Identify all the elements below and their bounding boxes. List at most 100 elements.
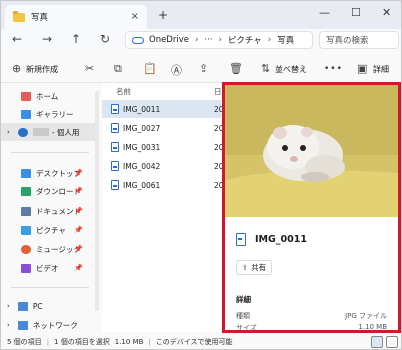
sidebar-divider bbox=[11, 152, 89, 153]
column-header-date[interactable]: 日 bbox=[214, 86, 222, 97]
details-section-title: 詳細 bbox=[236, 295, 251, 304]
refresh-button[interactable]: ↻ bbox=[100, 32, 110, 46]
sidebar-item-desktop[interactable]: デスクトップ 📌 bbox=[1, 164, 95, 182]
breadcrumb-separator: › bbox=[194, 35, 199, 45]
title-bar: 写真 × + — ☐ ✕ bbox=[1, 1, 401, 29]
details-pane: IMG_0011 ⇪ 共有 詳細 種類 JPG ファイル サイズ 1.10 MB bbox=[222, 82, 401, 333]
pin-icon: 📌 bbox=[74, 207, 83, 215]
sidebar-item-onedrive[interactable]: › - 個人用 bbox=[1, 123, 95, 141]
folder-icon bbox=[13, 10, 25, 22]
pc-icon bbox=[17, 301, 28, 311]
share-label: 共有 bbox=[251, 263, 267, 272]
details-file-name: IMG_0011 bbox=[255, 234, 307, 245]
file-name: IMG_0042 bbox=[123, 161, 161, 171]
sidebar-item-pictures[interactable]: ピクチャ 📌 bbox=[1, 221, 95, 239]
sidebar-item-downloads[interactable]: ダウンロード 📌 bbox=[1, 182, 95, 200]
details-size-label: サイズ bbox=[236, 324, 257, 332]
expand-chevron-icon[interactable]: › bbox=[7, 321, 10, 329]
breadcrumb-photos[interactable]: 写真 bbox=[277, 34, 294, 46]
expand-chevron-icon[interactable]: › bbox=[7, 302, 10, 310]
details-view-button[interactable] bbox=[371, 336, 383, 348]
file-row[interactable]: IMG_0042 20 bbox=[102, 157, 224, 175]
sidebar-item-home[interactable]: ホーム bbox=[1, 87, 95, 105]
sidebar-item-gallery[interactable]: ギャラリー bbox=[1, 105, 95, 123]
explorer-window: 写真 × + — ☐ ✕ ← → ↑ ↻ OneDrive › ··· › ピク… bbox=[0, 0, 402, 350]
more-options-button[interactable]: ••• bbox=[324, 64, 343, 74]
sidebar-item-videos[interactable]: ビデオ 📌 bbox=[1, 259, 95, 277]
sidebar-item-documents[interactable]: ドキュメント 📌 bbox=[1, 202, 95, 220]
details-pane-icon: ▣ bbox=[357, 62, 368, 75]
file-row[interactable]: IMG_0011 20 bbox=[102, 100, 224, 118]
sidebar-item-label: PC bbox=[32, 301, 43, 311]
search-input[interactable]: 写真の検索 bbox=[319, 31, 399, 49]
sidebar-item-music[interactable]: ミュージック 📌 bbox=[1, 240, 95, 258]
breadcrumb-onedrive[interactable]: OneDrive bbox=[149, 35, 189, 45]
column-header-name[interactable]: 名前 bbox=[116, 86, 131, 97]
sidebar-item-label: ネットワーク bbox=[32, 320, 78, 330]
cut-icon[interactable]: ✂ bbox=[85, 62, 94, 75]
status-bar: 5 個の項目 | 1 個の項目を選択 1.10 MB | このデバイスで使用可能 bbox=[1, 334, 401, 350]
copy-icon[interactable]: ⧉ bbox=[114, 62, 122, 76]
status-divider: | bbox=[148, 338, 151, 346]
details-row-type: 種類 JPG ファイル bbox=[236, 311, 387, 321]
navigation-pane: ホーム ギャラリー › - 個人用 デスクトップ 📌 ダウンロード 📌 ドキュメ… bbox=[1, 83, 95, 332]
download-icon bbox=[21, 186, 31, 196]
pin-icon: 📌 bbox=[74, 264, 83, 272]
image-file-icon bbox=[111, 142, 119, 152]
breadcrumb-pictures[interactable]: ピクチャ bbox=[228, 34, 262, 46]
network-icon bbox=[17, 320, 28, 330]
photo-preview bbox=[225, 85, 398, 217]
paste-icon[interactable]: 📋 bbox=[143, 62, 157, 75]
sidebar-item-label: ホーム bbox=[36, 91, 59, 101]
file-list: 名前 日 IMG_0011 20 IMG_0027 20 IMG_0031 20… bbox=[102, 83, 224, 332]
sidebar-item-label: - 個人用 bbox=[51, 127, 80, 137]
music-icon bbox=[21, 244, 31, 254]
document-icon bbox=[21, 206, 31, 216]
tab-photos[interactable]: 写真 × bbox=[5, 5, 147, 29]
sidebar-item-label: ビデオ bbox=[36, 263, 59, 273]
tab-close-button[interactable]: × bbox=[131, 11, 139, 22]
home-icon bbox=[21, 91, 31, 101]
window-close-button[interactable]: ✕ bbox=[382, 6, 391, 19]
file-row[interactable]: IMG_0027 20 bbox=[102, 119, 224, 137]
address-bar[interactable]: OneDrive › ··· › ピクチャ › 写真 bbox=[125, 31, 313, 49]
share-icon[interactable]: ⇪ bbox=[199, 62, 208, 75]
delete-icon[interactable]: 🗑 bbox=[229, 62, 243, 75]
details-button[interactable]: 詳細 bbox=[373, 64, 389, 75]
file-name: IMG_0011 bbox=[123, 104, 161, 114]
share-button[interactable]: ⇪ 共有 bbox=[236, 260, 272, 275]
sidebar-scrollbar[interactable] bbox=[95, 91, 99, 311]
minimize-button[interactable]: — bbox=[319, 6, 330, 19]
expand-chevron-icon[interactable]: › bbox=[7, 128, 10, 136]
sidebar-item-network[interactable]: › ネットワーク bbox=[1, 316, 95, 334]
image-file-icon bbox=[111, 104, 119, 114]
status-selected: 1 個の項目を選択 bbox=[54, 338, 110, 346]
command-bar: ⊕ 新規作成 ✂ ⧉ 📋 Ⓐ ⇪ 🗑 ⇅ 並べ替え ••• ▣ 詳細 bbox=[1, 55, 401, 83]
breadcrumb-more[interactable]: ··· bbox=[204, 35, 212, 45]
large-icons-view-button[interactable] bbox=[386, 336, 398, 348]
share-icon: ⇪ bbox=[241, 263, 249, 272]
sidebar-item-pc[interactable]: › PC bbox=[1, 297, 95, 315]
image-file-icon bbox=[111, 123, 119, 133]
image-file-icon bbox=[236, 233, 246, 246]
pin-icon: 📌 bbox=[74, 169, 83, 177]
maximize-button[interactable]: ☐ bbox=[351, 6, 361, 19]
rename-icon[interactable]: Ⓐ bbox=[171, 62, 182, 78]
details-row-size: サイズ 1.10 MB bbox=[236, 323, 387, 333]
onedrive-cloud-icon bbox=[132, 36, 144, 44]
file-row[interactable]: IMG_0031 20 bbox=[102, 138, 224, 156]
file-row[interactable]: IMG_0061 20 bbox=[102, 176, 224, 194]
tab-title: 写真 bbox=[31, 13, 49, 23]
back-button[interactable]: ← bbox=[12, 32, 22, 46]
status-item-count: 5 個の項目 bbox=[7, 338, 42, 346]
new-button[interactable]: 新規作成 bbox=[26, 64, 58, 75]
status-divider: | bbox=[46, 338, 50, 346]
sidebar-divider bbox=[11, 287, 89, 288]
sort-button[interactable]: 並べ替え bbox=[275, 64, 307, 75]
status-availability: このデバイスで使用可能 bbox=[155, 338, 233, 346]
image-file-icon bbox=[111, 161, 119, 171]
up-button[interactable]: ↑ bbox=[71, 32, 81, 46]
pin-icon: 📌 bbox=[74, 245, 83, 253]
forward-button[interactable]: → bbox=[42, 32, 52, 46]
new-tab-button[interactable]: + bbox=[158, 8, 168, 22]
